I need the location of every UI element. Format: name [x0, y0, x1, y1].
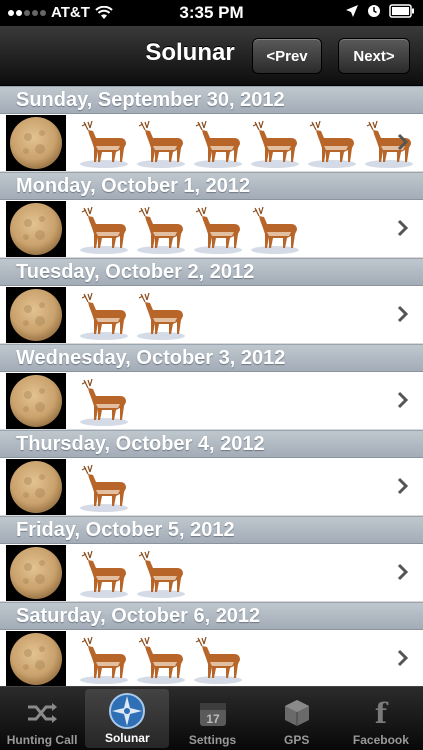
chevron-right-icon [397, 133, 409, 151]
day-row[interactable] [0, 544, 423, 602]
deer-rating [76, 118, 418, 170]
tab-bar: Hunting Call Solunar 17 Settings GPS f F… [0, 686, 423, 750]
tab-label: Solunar [104, 731, 150, 745]
date-section-header: Tuesday, October 2, 2012 [0, 258, 423, 286]
chevron-right-icon [397, 219, 409, 237]
location-arrow-icon [346, 5, 358, 17]
chevron-right-icon [397, 563, 409, 581]
deer-icon [133, 548, 190, 600]
day-row[interactable] [0, 200, 423, 258]
deer-rating [76, 204, 304, 256]
deer-rating [76, 376, 133, 428]
day-row[interactable] [0, 630, 423, 686]
chevron-right-icon [397, 477, 409, 495]
deer-icon [247, 118, 304, 170]
facebook-glyph: f [374, 696, 387, 730]
date-section-header: Wednesday, October 3, 2012 [0, 344, 423, 372]
tab-hunting-call[interactable]: Hunting Call [0, 687, 84, 750]
moon-phase-icon [6, 545, 66, 601]
cube-icon [282, 693, 312, 733]
deer-icon [304, 118, 361, 170]
date-section-header: Sunday, September 30, 2012 [0, 86, 423, 114]
chevron-right-icon [397, 649, 409, 667]
deer-icon [76, 118, 133, 170]
moon-phase-icon [6, 287, 66, 343]
status-bar: AT&T 3:35 PM [0, 0, 423, 26]
day-row[interactable] [0, 372, 423, 430]
day-row[interactable] [0, 114, 423, 172]
deer-icon [133, 290, 190, 342]
tab-label: Hunting Call [6, 733, 78, 747]
compass-icon [108, 691, 146, 731]
deer-icon [76, 548, 133, 600]
moon-phase-icon [6, 459, 66, 515]
deer-icon [190, 118, 247, 170]
deer-icon [76, 290, 133, 342]
deer-rating [76, 462, 133, 514]
chevron-right-icon [397, 391, 409, 409]
deer-icon [190, 634, 247, 686]
chevron-right-icon [397, 305, 409, 323]
tab-label: GPS [284, 733, 310, 747]
alarm-clock-icon [368, 5, 380, 17]
tab-facebook[interactable]: f Facebook [339, 687, 423, 750]
page-title: Solunar [145, 39, 235, 66]
deer-icon [76, 204, 133, 256]
deer-rating [76, 290, 190, 342]
moon-phase-icon [6, 373, 66, 429]
deer-icon [247, 204, 304, 256]
moon-phase-icon [6, 631, 66, 686]
moon-phase-icon [6, 115, 66, 171]
moon-phase-icon [6, 201, 66, 257]
solunar-day-list: Sunday, September 30, 2012 Monday, Octobe… [0, 86, 423, 686]
prev-button[interactable]: <Prev [252, 38, 322, 74]
tab-solunar[interactable]: Solunar [85, 689, 170, 748]
deer-icon [76, 376, 133, 428]
date-section-header: Saturday, October 6, 2012 [0, 602, 423, 630]
date-section-header: Thursday, October 4, 2012 [0, 430, 423, 458]
next-button[interactable]: Next> [338, 38, 410, 74]
tab-label: Settings [188, 733, 237, 747]
deer-icon [133, 634, 190, 686]
deer-icon [133, 118, 190, 170]
deer-rating [76, 634, 247, 686]
facebook-icon: f [375, 693, 387, 733]
navigation-bar: Solunar <Prev Next> [0, 26, 423, 86]
tab-label: Facebook [352, 733, 409, 747]
day-row[interactable] [0, 458, 423, 516]
calendar-icon: 17 [198, 693, 228, 733]
deer-icon [190, 204, 247, 256]
date-section-header: Friday, October 5, 2012 [0, 516, 423, 544]
deer-rating [76, 548, 190, 600]
shuffle-icon [26, 693, 58, 733]
deer-icon [133, 204, 190, 256]
date-section-header: Monday, October 1, 2012 [0, 172, 423, 200]
day-row[interactable] [0, 286, 423, 344]
tab-gps[interactable]: GPS [255, 687, 339, 750]
deer-icon [76, 634, 133, 686]
deer-icon [361, 118, 418, 170]
battery-icon [389, 4, 414, 18]
calendar-day-text: 17 [206, 712, 220, 726]
tab-settings[interactable]: 17 Settings [170, 687, 254, 750]
deer-icon [76, 462, 133, 514]
